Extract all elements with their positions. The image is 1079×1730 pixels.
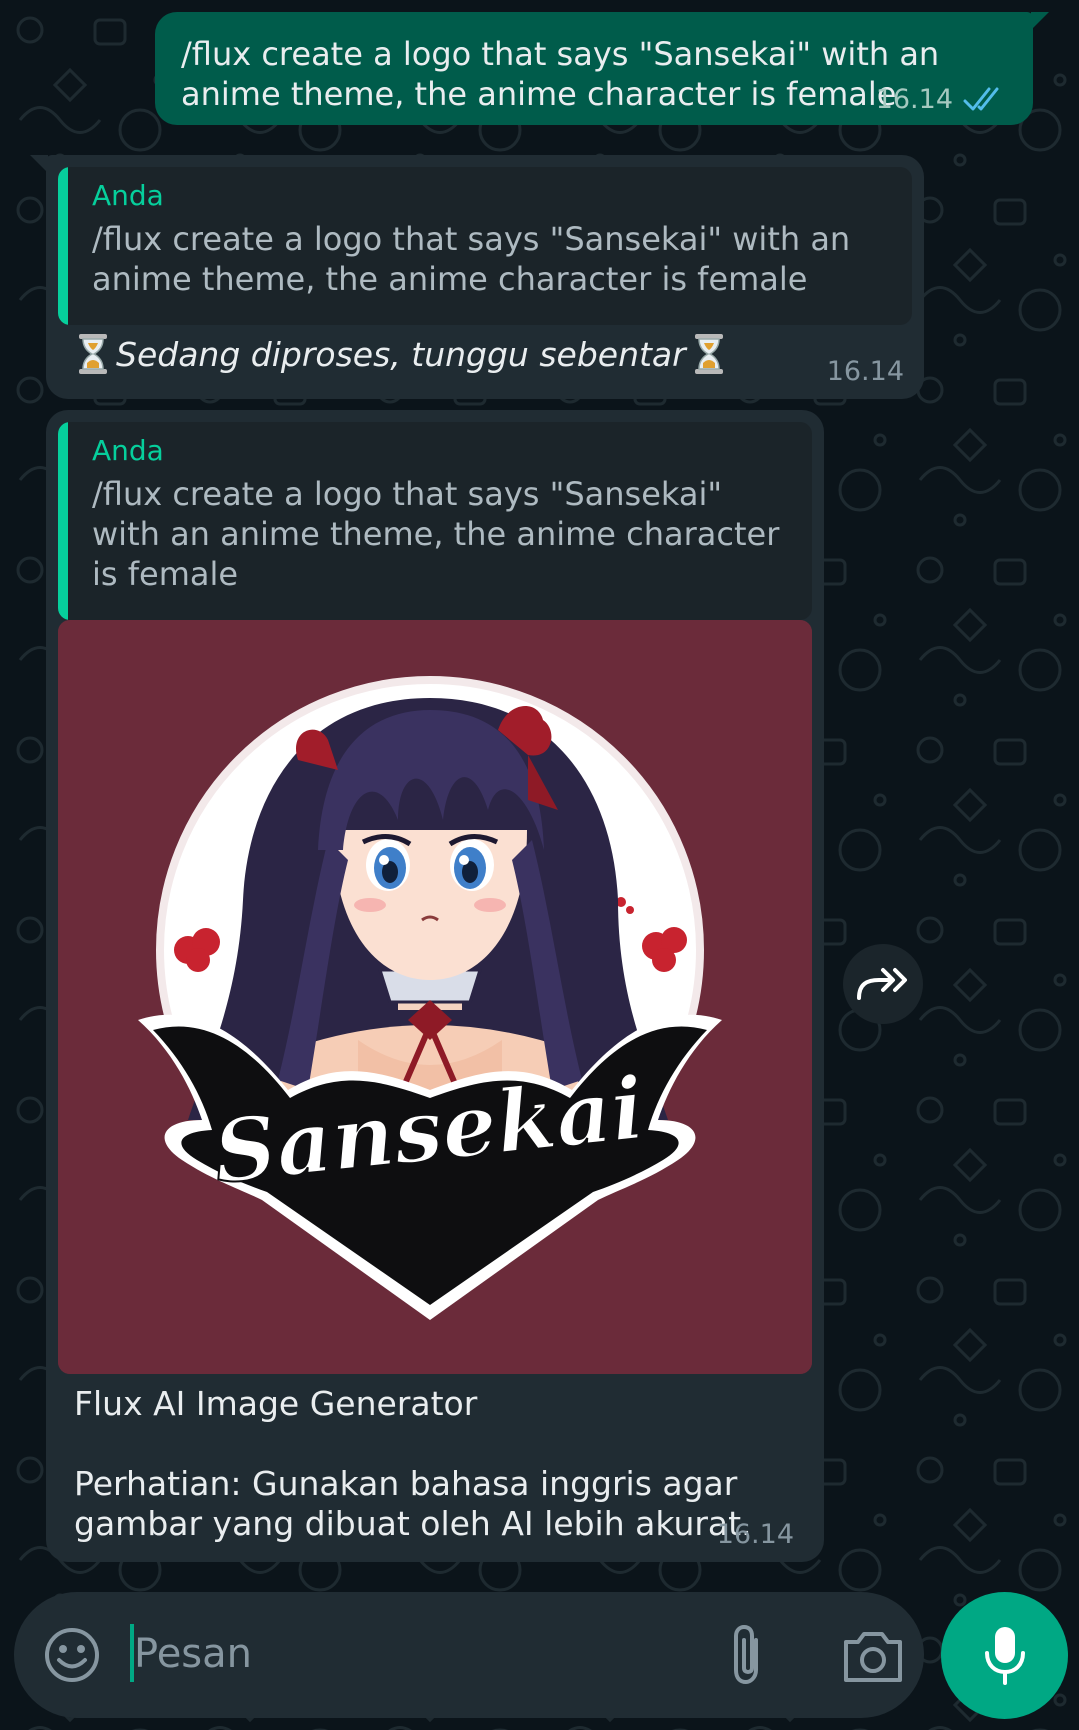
quote-text: /flux create a logo that says "Sansekai"… [92,475,780,593]
forward-button[interactable] [843,944,923,1024]
hourglass-icon [79,334,107,374]
anime-logo-illustration: Sansekai [58,620,812,1374]
image-caption: Flux AI Image Generator Perhatian: Gunak… [74,1384,814,1544]
camera-icon[interactable] [840,1626,906,1686]
quote-bar [58,422,68,620]
hourglass-icon [694,334,723,374]
quote-text: /flux create a logo that says "Sansekai"… [92,220,851,298]
forward-icon [857,968,907,1000]
incoming-message[interactable]: Anda /flux create a logo that says "Sans… [30,155,924,399]
processing-text: Sedang diproses, tunggu sebentar [76,330,776,380]
message-composer [14,1592,924,1718]
message-time: 16.14 [716,1519,794,1550]
caption-title: Flux AI Image Generator [74,1384,478,1423]
quote-bar [58,167,68,325]
caption-body: Perhatian: Gunakan bahasa inggris agar g… [74,1464,752,1543]
emoji-icon[interactable] [42,1625,102,1685]
double-check-read-icon [963,87,999,111]
message-time: 16.14 [875,84,953,115]
quoted-message[interactable]: Anda /flux create a logo that says "Sans… [58,422,812,620]
message-time: 16.14 [826,356,904,387]
quoted-message[interactable]: Anda /flux create a logo that says "Sans… [58,167,912,325]
outgoing-message[interactable]: /flux create a logo that says "Sansekai"… [155,12,1049,125]
mic-button[interactable] [941,1592,1068,1719]
quote-author: Anda [92,179,164,212]
bubble-tail [1031,12,1049,30]
processing-label: Sedang diproses, tunggu sebentar [116,335,686,374]
quote-author: Anda [92,434,164,467]
bubble-tail [30,155,48,173]
incoming-image-message[interactable]: Anda /flux create a logo that says "Sans… [46,410,824,1562]
message-input[interactable] [130,1620,690,1688]
mic-icon [984,1626,1025,1685]
generated-image[interactable]: Sansekai [58,620,812,1374]
attach-icon[interactable] [722,1622,774,1688]
